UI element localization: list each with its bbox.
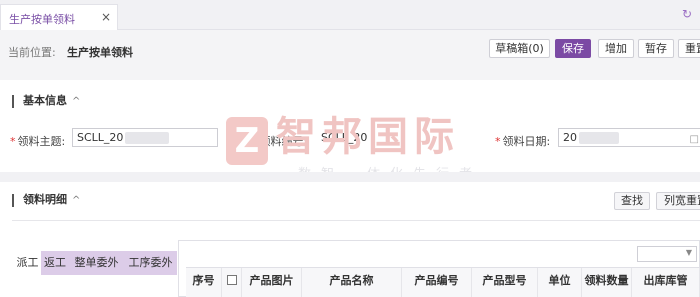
divider [12, 220, 700, 221]
col-warehouse-keeper: 出库库管 [632, 268, 700, 297]
draft-box-button[interactable]: 草稿箱(0) [489, 39, 550, 58]
basic-info-header[interactable]: 基本信息 ^ [12, 95, 80, 108]
date-label: * 领料日期: [495, 135, 551, 148]
save-button[interactable]: 保存 [555, 39, 591, 58]
breadcrumb-label: 当前位置: [8, 46, 56, 59]
col-unit: 单位 [538, 268, 582, 297]
refresh-icon[interactable]: ↻ [682, 7, 692, 21]
date-field[interactable]: 20 □ [558, 128, 700, 147]
table-header: 序号 产品图片 产品名称 产品编号 产品型号 单位 领料数量 出库库管 [186, 267, 700, 297]
detail-header[interactable]: 领料明细 ^ [12, 194, 80, 207]
col-product-name: 产品名称 [302, 268, 402, 297]
col-product-code: 产品编号 [402, 268, 472, 297]
breadcrumb: 生产按单领料 [67, 46, 133, 59]
find-button[interactable]: 查找 [614, 192, 650, 210]
col-index: 序号 [186, 268, 222, 297]
close-icon[interactable]: × [101, 10, 111, 24]
chevron-down-icon: ▼ [685, 248, 692, 257]
calendar-icon[interactable]: □ [690, 131, 699, 146]
chevron-up-icon[interactable]: ^ [72, 96, 80, 107]
col-quantity: 领料数量 [582, 268, 632, 297]
checkbox[interactable] [226, 275, 237, 285]
subtab-process-outsource[interactable]: 工序委外 [124, 251, 177, 275]
subtab-dispatch[interactable]: 派工 [14, 251, 41, 275]
subtab-rework[interactable]: 返工 [41, 251, 69, 275]
column-reset-button[interactable]: 列宽重置 [656, 192, 700, 210]
add-button[interactable]: 增加 [598, 39, 634, 58]
section-title: 基本信息 [23, 94, 67, 107]
subject-label: * 领料主题: [10, 135, 66, 148]
subtab-order-outsource[interactable]: 整单委外 [69, 251, 124, 275]
toolbar-row: 当前位置: 生产按单领料 [0, 30, 700, 80]
col-select-all[interactable] [222, 268, 242, 297]
tab-label: 生产按单领料 [9, 13, 75, 26]
number-label: * 领料编号: [252, 135, 308, 148]
section-divider [0, 172, 700, 182]
reset-button[interactable]: 重置 [678, 39, 700, 58]
hold-button[interactable]: 暂存 [638, 39, 674, 58]
tab-bar: 生产按单领料 × ↻ [0, 0, 700, 30]
chevron-up-icon[interactable]: ^ [72, 195, 80, 206]
col-product-model: 产品型号 [472, 268, 538, 297]
tab-production-picking[interactable]: 生产按单领料 × [0, 4, 118, 30]
grid-select[interactable]: ▼ [637, 246, 697, 262]
subject-field[interactable]: SCLL_20 [72, 128, 218, 147]
section-title: 领料明细 [23, 193, 67, 206]
number-field[interactable]: SCLL_20 [316, 128, 462, 147]
col-product-image: 产品图片 [242, 268, 302, 297]
